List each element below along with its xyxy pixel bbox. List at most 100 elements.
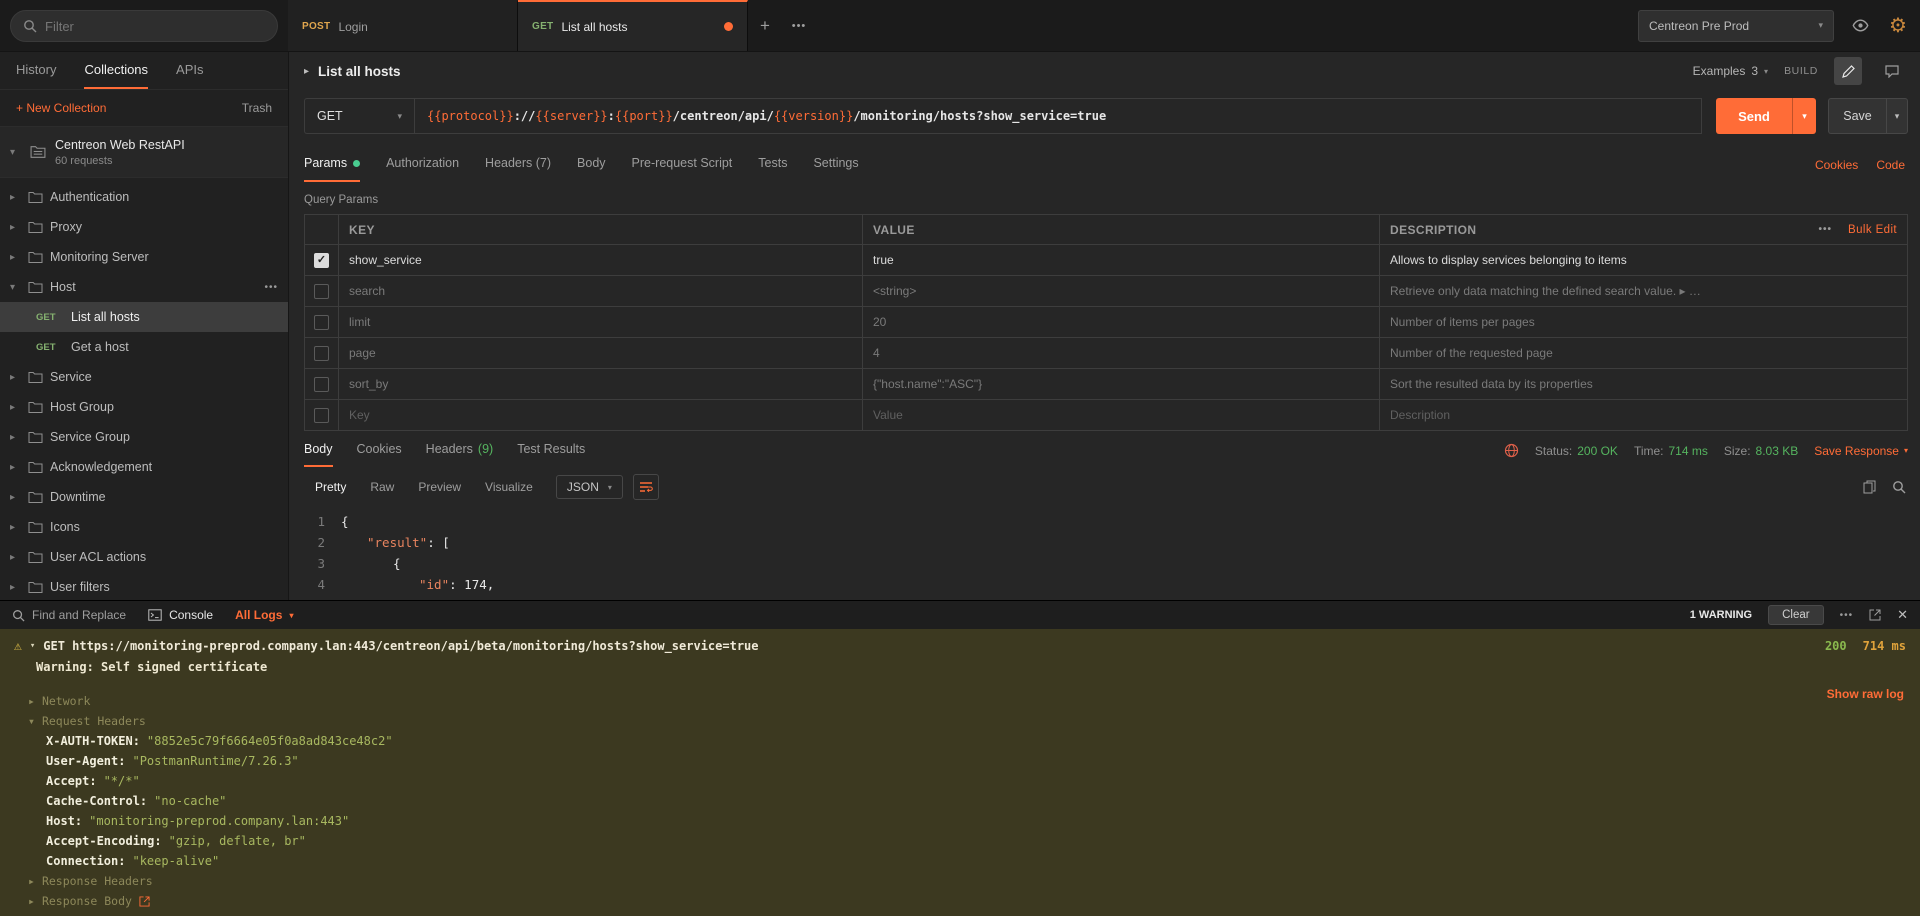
param-row-sort-by[interactable]: sort_by{"host.name":"ASC"}Sort the resul… (305, 369, 1907, 400)
param-checkbox[interactable] (314, 346, 329, 361)
workspace-filter[interactable] (10, 10, 278, 42)
param-description[interactable]: Retrieve only data matching the defined … (1380, 276, 1907, 306)
request-tab-tests[interactable]: Tests (758, 156, 787, 182)
tab-overflow-button[interactable]: ••• (782, 0, 816, 51)
chevron-right-icon[interactable]: ▸ (304, 66, 309, 77)
sidebar-folder-user-acl-actions[interactable]: ▸User ACL actions (0, 542, 288, 572)
param-description[interactable]: Number of items per pages (1380, 307, 1907, 337)
method-select[interactable]: GET ▾ (304, 98, 414, 134)
copy-icon[interactable] (1863, 480, 1876, 494)
network-globe-icon[interactable] (1504, 443, 1519, 458)
view-mode-visualize[interactable]: Visualize (474, 475, 544, 499)
log-filter-dropdown[interactable]: All Logs ▾ (235, 608, 293, 622)
view-mode-pretty[interactable]: Pretty (304, 475, 357, 499)
sidebar-tab-history[interactable]: History (16, 52, 56, 89)
console-section-response-headers[interactable]: ▸Response Headers (0, 871, 1920, 891)
param-key[interactable]: limit (339, 307, 863, 337)
bulk-edit-link[interactable]: Bulk Edit (1848, 224, 1897, 236)
request-tab-headers-7[interactable]: Headers (7) (485, 156, 551, 182)
sidebar-request-list-all-hosts[interactable]: GETList all hosts (0, 302, 288, 332)
sidebar-folder-downtime[interactable]: ▸Downtime (0, 482, 288, 512)
param-description[interactable]: Description (1380, 400, 1907, 430)
request-tab-authorization[interactable]: Authorization (386, 156, 459, 182)
format-select[interactable]: JSON ▾ (556, 475, 623, 499)
settings-button[interactable]: ⚙ (1882, 10, 1914, 42)
clear-console-button[interactable]: Clear (1768, 605, 1823, 625)
sidebar-folder-proxy[interactable]: ▸Proxy (0, 212, 288, 242)
environment-selector[interactable]: Centreon Pre Prod ▾ (1638, 10, 1834, 42)
request-tab-params[interactable]: Params (304, 156, 360, 182)
sidebar-request-get-a-host[interactable]: GETGet a host (0, 332, 288, 362)
edit-button[interactable] (1834, 57, 1862, 85)
save-options-button[interactable]: ▾ (1886, 98, 1908, 134)
find-and-replace-button[interactable]: Find and Replace (12, 608, 126, 622)
response-tab-test-results[interactable]: Test Results (517, 442, 585, 467)
sidebar-folder-icons[interactable]: ▸Icons (0, 512, 288, 542)
param-value[interactable]: true (863, 245, 1380, 275)
param-checkbox[interactable]: ✓ (314, 253, 329, 268)
param-value[interactable]: Value (863, 400, 1380, 430)
wrap-lines-button[interactable] (633, 474, 659, 500)
param-row-key[interactable]: KeyValueDescription (305, 400, 1907, 431)
param-value[interactable]: <string> (863, 276, 1380, 306)
code-link[interactable]: Code (1876, 158, 1905, 182)
param-description[interactable]: Allows to display services belonging to … (1380, 245, 1907, 275)
param-row-page[interactable]: page4Number of the requested page (305, 338, 1907, 369)
param-checkbox[interactable] (314, 284, 329, 299)
request-tab-body[interactable]: Body (577, 156, 606, 182)
sidebar-folder-monitoring-server[interactable]: ▸Monitoring Server (0, 242, 288, 272)
request-tab-settings[interactable]: Settings (813, 156, 858, 182)
response-tab-cookies[interactable]: Cookies (357, 442, 402, 467)
response-tab-body[interactable]: Body (304, 442, 333, 467)
console-section-request-headers[interactable]: ▾Request Headers (0, 711, 1920, 731)
param-row-show-service[interactable]: ✓ show_servicetrueAllows to display servi… (305, 245, 1907, 276)
sidebar-tab-collections[interactable]: Collections (84, 52, 148, 89)
show-raw-log-link[interactable]: Show raw log (1827, 687, 1904, 701)
view-mode-raw[interactable]: Raw (359, 475, 405, 499)
filter-input[interactable] (45, 19, 265, 34)
response-body-editor[interactable]: 1{2"result": [3{4"id": 174, (289, 507, 1920, 600)
param-row-search[interactable]: search<string>Retrieve only data matchin… (305, 276, 1907, 307)
sidebar-folder-acknowledgement[interactable]: ▸Acknowledgement (0, 452, 288, 482)
sidebar-folder-host-group[interactable]: ▸Host Group (0, 392, 288, 422)
url-input[interactable]: {{protocol}}://{{server}}:{{port}}/centr… (414, 98, 1702, 134)
console-section-response-body[interactable]: ▸Response Body (0, 891, 1920, 911)
param-checkbox[interactable] (314, 408, 329, 423)
param-key[interactable]: search (339, 276, 863, 306)
cookies-link[interactable]: Cookies (1815, 158, 1858, 182)
param-value[interactable]: 20 (863, 307, 1380, 337)
collection-header[interactable]: ▾ Centreon Web RestAPI 60 requests (0, 126, 288, 178)
environment-quicklook-button[interactable] (1844, 10, 1876, 42)
comments-button[interactable] (1878, 57, 1906, 85)
request-tab-pre-request-script[interactable]: Pre-request Script (632, 156, 733, 182)
trash-button[interactable]: Trash (242, 101, 272, 115)
sidebar-folder-service[interactable]: ▸Service (0, 362, 288, 392)
search-response-icon[interactable] (1892, 480, 1906, 494)
console-log-entry[interactable]: ⚠ ▾ GET https://monitoring-preprod.compa… (0, 635, 1920, 657)
new-collection-button[interactable]: + New Collection (16, 101, 106, 115)
send-button[interactable]: Send (1716, 98, 1792, 134)
sidebar-folder-authentication[interactable]: ▸Authentication (0, 182, 288, 212)
sidebar-folder-host[interactable]: ▾Host••• (0, 272, 288, 302)
console-tab[interactable]: Console (148, 608, 213, 622)
folder-options-button[interactable]: ••• (264, 282, 278, 293)
param-description[interactable]: Number of the requested page (1380, 338, 1907, 368)
expand-caret-icon[interactable]: ▾ (30, 641, 35, 651)
send-options-button[interactable]: ▾ (1792, 98, 1816, 134)
examples-dropdown[interactable]: Examples 3 ▾ (1693, 64, 1768, 78)
param-key[interactable]: page (339, 338, 863, 368)
param-key[interactable]: Key (339, 400, 863, 430)
open-in-new-window-icon[interactable] (1869, 609, 1881, 621)
sidebar-folder-service-group[interactable]: ▸Service Group (0, 422, 288, 452)
save-response-button[interactable]: Save Response ▾ (1814, 444, 1908, 458)
param-value[interactable]: 4 (863, 338, 1380, 368)
view-mode-preview[interactable]: Preview (407, 475, 472, 499)
param-key[interactable]: show_service (339, 245, 863, 275)
param-value[interactable]: {"host.name":"ASC"} (863, 369, 1380, 399)
console-options-button[interactable]: ••• (1840, 610, 1854, 621)
sidebar-folder-user-filters[interactable]: ▸User filters (0, 572, 288, 600)
new-tab-button[interactable]: + (748, 0, 782, 51)
sidebar-tab-apis[interactable]: APIs (176, 52, 203, 89)
params-options-button[interactable]: ••• (1819, 224, 1833, 235)
param-row-limit[interactable]: limit20Number of items per pages (305, 307, 1907, 338)
